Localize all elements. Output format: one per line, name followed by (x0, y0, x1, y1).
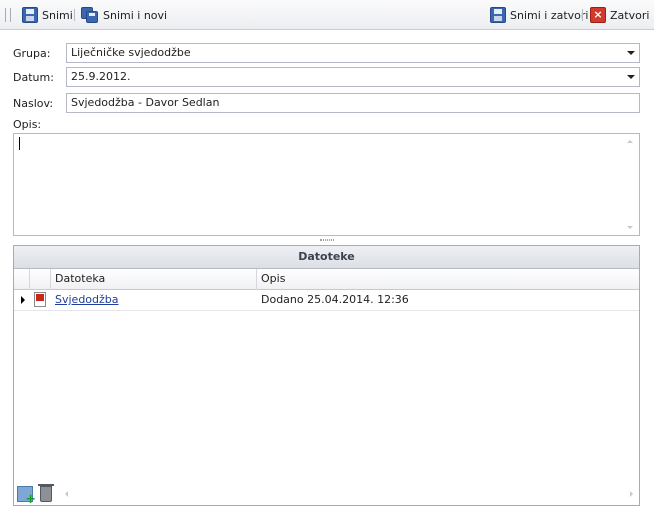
file-cell: Svjedodžba (51, 290, 257, 310)
save-button[interactable]: Snimi (22, 6, 73, 24)
text-caret (19, 137, 20, 150)
table-row[interactable]: Svjedodžba Dodano 25.04.2014. 12:36 (14, 290, 639, 311)
file-type-cell (30, 290, 51, 310)
toolbar-separator (582, 9, 583, 21)
title-input-value: Svjedodžba - Davor Sedlan (71, 96, 220, 109)
title-input[interactable]: Svjedodžba - Davor Sedlan (66, 93, 640, 113)
save-new-icon (81, 7, 99, 23)
column-header-file[interactable]: Datoteka (51, 269, 257, 290)
add-file-icon[interactable] (17, 486, 36, 507)
scroll-left-icon[interactable] (65, 491, 68, 497)
row-indicator (14, 290, 30, 310)
pdf-icon (34, 292, 46, 307)
splitter-grip[interactable] (320, 239, 334, 241)
description-cell: Dodano 25.04.2014. 12:36 (261, 293, 409, 306)
date-label: Datum: (13, 71, 54, 84)
grid-footer (14, 482, 639, 507)
description-label: Opis: (13, 118, 42, 131)
chevron-down-icon[interactable] (627, 51, 635, 55)
vertical-scrollbar[interactable] (622, 134, 639, 235)
group-combo[interactable]: Liječničke svjedodžbe (66, 43, 640, 63)
save-new-button-label: Snimi i novi (103, 8, 168, 22)
chevron-down-icon[interactable] (627, 75, 635, 79)
title-label: Naslov: (13, 97, 54, 110)
horizontal-scrollbar[interactable] (62, 487, 636, 501)
description-textarea[interactable] (13, 133, 640, 236)
files-grid: Datoteke Datoteka Opis Svjedodžba Dodano… (13, 245, 640, 507)
scroll-right-icon[interactable] (630, 491, 633, 497)
save-close-button-label: Snimi i zatvori (510, 8, 589, 22)
date-picker-value: 25.9.2012. (71, 70, 131, 83)
indicator-header (14, 269, 30, 290)
close-button-label: Zatvori (610, 8, 650, 22)
files-grid-title: Datoteke (14, 246, 639, 269)
column-header-description[interactable]: Opis (257, 269, 639, 290)
save-icon (22, 7, 38, 23)
group-label: Grupa: (13, 47, 51, 60)
save-close-button[interactable]: Snimi i zatvori (490, 6, 588, 24)
toolbar-grip[interactable] (5, 8, 11, 22)
group-combo-value: Liječničke svjedodžbe (71, 46, 191, 59)
file-link[interactable]: Svjedodžba (55, 293, 119, 306)
scroll-up-icon[interactable] (627, 140, 633, 143)
grid-header: Datoteka Opis (14, 269, 639, 290)
scroll-down-icon[interactable] (627, 226, 633, 229)
toolbar-separator (74, 9, 75, 21)
delete-file-icon[interactable] (38, 484, 54, 502)
close-button[interactable]: × Zatvori (590, 6, 649, 24)
icon-header (30, 269, 51, 290)
row-pointer-icon (21, 296, 25, 304)
toolbar: Snimi Snimi i novi Snimi i zatvori × Zat… (0, 0, 654, 30)
date-picker[interactable]: 25.9.2012. (66, 67, 640, 87)
save-new-button[interactable]: Snimi i novi (81, 6, 167, 24)
close-icon: × (590, 7, 606, 23)
save-close-icon (490, 7, 506, 23)
save-button-label: Snimi (42, 8, 73, 22)
